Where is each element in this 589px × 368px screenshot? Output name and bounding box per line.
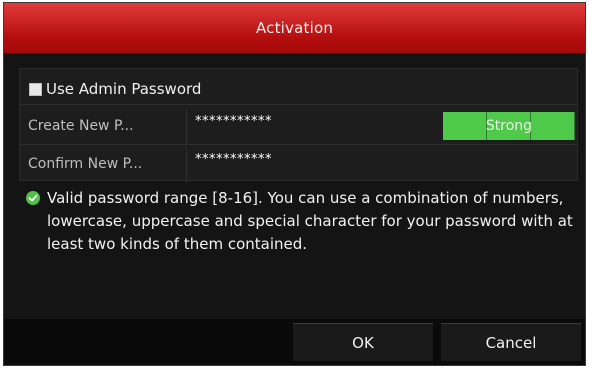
dialog-title: Activation [255,19,334,37]
use-admin-password-row[interactable]: Use Admin Password [20,71,577,105]
use-admin-password-label: Use Admin Password [46,80,202,98]
password-strength-meter: Strong [443,112,575,140]
cancel-button[interactable]: Cancel [441,323,581,361]
create-password-label: Create New P... [28,118,134,134]
password-panel: Use Admin Password Create New P... *****… [19,68,578,183]
use-admin-password-checkbox[interactable] [29,83,42,96]
password-hint-text: Valid password range [8-16]. You can use… [47,189,573,253]
confirm-password-input[interactable]: *********** [195,152,272,167]
field-divider [186,146,187,183]
ok-button[interactable]: OK [293,323,433,361]
confirm-password-row: Confirm New P... *********** [20,146,577,183]
field-divider [186,108,187,144]
dialog-button-bar: OK Cancel [4,319,585,365]
check-circle-icon [26,191,40,205]
create-password-row: Create New P... *********** Strong [20,108,577,145]
confirm-password-label: Confirm New P... [28,156,143,172]
dialog-title-bar: Activation [4,3,585,53]
create-password-input[interactable]: *********** [195,114,272,129]
password-strength-label: Strong [485,118,533,134]
activation-dialog: Activation Use Admin Password Create New… [3,2,586,366]
